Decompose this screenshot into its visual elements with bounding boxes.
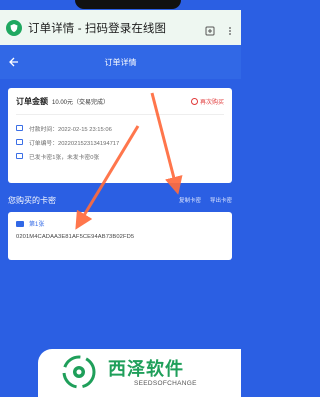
divider	[16, 114, 224, 115]
calendar-icon	[16, 125, 23, 131]
shield-icon	[6, 19, 22, 36]
rebuy-icon	[190, 98, 198, 105]
info-row-order-number: 订单编号：2022021523134194717	[16, 135, 224, 149]
section-title: 您购买的卡密	[8, 195, 56, 205]
order-summary-card: 订单金额 10.00元（交易完成） 再次购买 付款时间：2022-02-15 2…	[8, 88, 232, 183]
card-icon	[16, 220, 24, 227]
card-label: 第1张	[29, 222, 45, 228]
copy-card-link[interactable]: 复制卡密	[179, 196, 201, 204]
browser-title: 订单详情 - 扫码登录在线图	[28, 22, 167, 35]
card-code[interactable]: 0201M4CADAA3E81AF5CE94AB73B02FD5	[16, 234, 224, 240]
brand-title: 西泽软件	[108, 359, 184, 379]
info-row-payment-time: 付款时间：2022-02-15 23:15:06	[16, 121, 224, 135]
rebuy-label: 再次购买	[199, 100, 224, 106]
mail-icon	[16, 153, 23, 159]
page-header: 订单详情	[0, 45, 241, 79]
watermark: 西泽软件 SEEDSOFCHANGE	[38, 349, 241, 397]
page-title: 订单详情	[104, 57, 137, 67]
bookmark-icon[interactable]	[205, 23, 215, 35]
card-code-panel: 第1张 0201M4CADAA3E81AF5CE94AB73B02FD5	[8, 212, 232, 260]
back-arrow-icon[interactable]	[6, 55, 20, 69]
amount-value: 10.00元（交易完成）	[52, 100, 110, 106]
payment-time-text: 付款时间：2022-02-15 23:15:06	[29, 126, 112, 133]
info-row-delivery: 已发卡密1张，未发卡密0张	[16, 149, 224, 163]
phone-notch	[75, 0, 181, 9]
order-number-text: 订单编号：2022021523134194717	[29, 140, 120, 147]
brand-subtitle: SEEDSOFCHANGE	[134, 380, 197, 387]
amount-label: 订单金额	[16, 97, 48, 106]
export-card-link[interactable]: 导出卡密	[210, 196, 232, 204]
purchased-section-header: 您购买的卡密 复制卡密 导出卡密	[8, 192, 232, 208]
more-icon[interactable]	[225, 23, 235, 35]
browser-bar: 订单详情 - 扫码登录在线图	[0, 10, 241, 45]
brand-logo-icon	[62, 355, 96, 389]
rebuy-button[interactable]: 再次购买	[190, 97, 224, 106]
delivery-text: 已发卡密1张，未发卡密0张	[29, 154, 100, 161]
receipt-icon	[16, 139, 23, 145]
